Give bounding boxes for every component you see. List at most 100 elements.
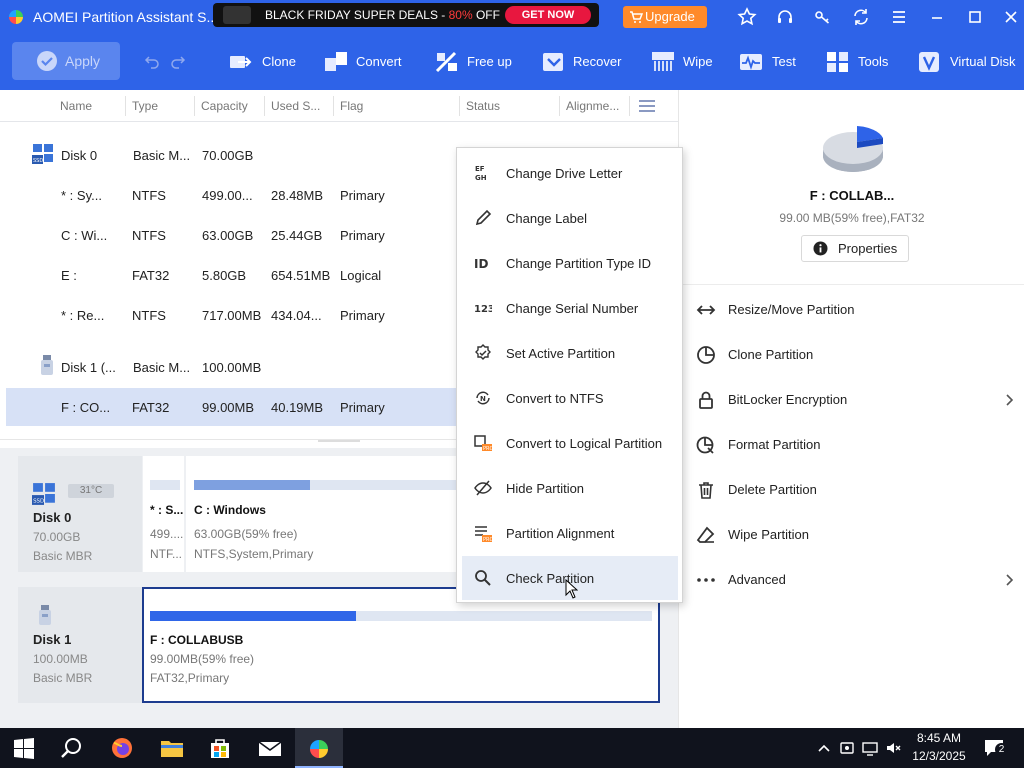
partition-context-menu: EF GH Change Drive Letter Change Label ID… xyxy=(456,147,683,603)
store-taskbar-button[interactable] xyxy=(196,728,244,768)
get-now-button[interactable]: GET NOW xyxy=(505,6,591,24)
aomei-taskbar-button[interactable] xyxy=(295,728,343,768)
clock-time[interactable]: 8:45 AM xyxy=(910,731,968,745)
op-clone-partition[interactable]: Clone Partition xyxy=(679,333,1024,378)
col-type[interactable]: Type xyxy=(132,99,158,113)
partition-table-header: Name Type Capacity Used S... Flag Status… xyxy=(0,90,678,122)
device-icon[interactable] xyxy=(839,740,855,756)
partition-f-collabusb[interactable]: F : COLLABUSB 99.00MB(59% free) FAT32,Pr… xyxy=(142,587,660,703)
upgrade-label: Upgrade xyxy=(645,9,695,24)
disk0-type: Basic MBR xyxy=(33,549,93,563)
resize-arrows-icon xyxy=(696,305,716,315)
op-resize-move-partition[interactable]: Resize/Move Partition xyxy=(679,288,1024,333)
svg-text:ID: ID xyxy=(474,257,488,271)
upgrade-button[interactable]: Upgrade xyxy=(623,6,707,28)
clock-date[interactable]: 12/3/2025 xyxy=(910,749,968,763)
pencil-icon xyxy=(475,209,492,226)
disk1-size: 100.00MB xyxy=(33,652,88,666)
windows-logo-icon xyxy=(14,738,34,759)
recover-icon xyxy=(543,53,563,71)
ssd-disk-icon: SSD xyxy=(32,483,55,505)
maximize-icon[interactable] xyxy=(965,7,985,27)
menu-hide-partition[interactable]: Hide Partition xyxy=(462,466,678,510)
menu-change-drive-letter[interactable]: EF GH Change Drive Letter xyxy=(462,151,678,195)
partition-system-reserved[interactable]: * : S... 499.... NTF... xyxy=(143,456,184,572)
tools-tool[interactable]: Tools xyxy=(826,51,892,73)
wipe-tool[interactable]: Wipe xyxy=(651,51,715,73)
magnifier-icon xyxy=(475,570,491,586)
col-name[interactable]: Name xyxy=(60,99,92,113)
virtual-disk-tool[interactable]: Virtual Disk xyxy=(918,51,1024,73)
col-status[interactable]: Status xyxy=(466,99,500,113)
serial-number-icon: 123 xyxy=(474,304,492,315)
recover-tool[interactable]: Recover xyxy=(542,51,626,73)
op-format-partition[interactable]: Format Partition xyxy=(679,423,1024,468)
refresh-icon[interactable] xyxy=(851,7,871,27)
headset-icon[interactable] xyxy=(775,7,795,27)
chevron-right-icon xyxy=(1006,394,1014,406)
mail-taskbar-button[interactable] xyxy=(246,728,294,768)
disk0-card[interactable]: SSD 31°C Disk 0 70.00GB Basic MBR xyxy=(18,456,142,572)
op-wipe-partition[interactable]: Wipe Partition xyxy=(679,513,1024,558)
chevron-up-icon[interactable] xyxy=(816,740,832,756)
menu-set-active-partition[interactable]: Set Active Partition xyxy=(462,331,678,375)
svg-text:N: N xyxy=(480,395,486,403)
convert-tool[interactable]: Convert xyxy=(324,51,406,73)
search-button[interactable] xyxy=(48,728,96,768)
clone-tool[interactable]: Clone xyxy=(229,51,299,73)
badge-check-icon xyxy=(475,344,491,360)
wipe-icon xyxy=(652,52,674,71)
menu-convert-to-logical[interactable]: PRO Convert to Logical Partition xyxy=(462,421,678,465)
col-used-space[interactable]: Used S... xyxy=(271,99,320,113)
eye-slash-icon xyxy=(474,480,492,496)
promo-banner[interactable]: BLACK FRIDAY SUPER DEALS - 80% OFF GET N… xyxy=(213,3,599,27)
partition-details-panel: F : COLLAB... 99.00 MB(59% free),FAT32 P… xyxy=(678,90,1024,728)
col-flag[interactable]: Flag xyxy=(340,99,363,113)
apply-button[interactable]: Apply xyxy=(12,42,120,80)
disk1-card[interactable]: Disk 1 100.00MB Basic MBR xyxy=(18,587,142,703)
tools-icon xyxy=(827,52,848,72)
eraser-icon xyxy=(696,526,715,543)
selected-partition-name: F : COLLAB... xyxy=(809,188,895,203)
file-explorer-taskbar-button[interactable] xyxy=(148,728,196,768)
menu-change-label[interactable]: Change Label xyxy=(462,196,678,240)
speaker-muted-icon[interactable] xyxy=(885,740,901,756)
undo-icon[interactable] xyxy=(144,53,160,69)
format-icon xyxy=(696,436,714,454)
properties-button[interactable]: Properties xyxy=(801,235,909,262)
network-icon[interactable] xyxy=(862,740,878,756)
op-advanced[interactable]: Advanced xyxy=(679,558,1024,603)
clone-icon xyxy=(230,56,252,68)
redo-icon[interactable] xyxy=(170,53,186,69)
col-capacity[interactable]: Capacity xyxy=(201,99,248,113)
menu-icon[interactable] xyxy=(889,7,909,27)
drive-letter-icon: EFGH xyxy=(475,165,487,182)
firefox-taskbar-button[interactable] xyxy=(98,728,146,768)
key-icon[interactable] xyxy=(813,7,833,27)
virtual-disk-icon xyxy=(919,52,939,72)
close-icon[interactable] xyxy=(1001,7,1021,27)
partition-usage-fill xyxy=(150,611,356,621)
splitter-grip[interactable] xyxy=(318,440,360,442)
col-alignment[interactable]: Alignme... xyxy=(566,99,619,113)
test-tool[interactable]: Test xyxy=(739,51,799,73)
menu-partition-alignment[interactable]: PRO Partition Alignment xyxy=(462,511,678,555)
menu-change-serial-number[interactable]: 123 Change Serial Number xyxy=(462,286,678,330)
notification-center-button[interactable]: 2 xyxy=(984,738,1008,758)
partition-usage-bar xyxy=(194,480,476,490)
star-icon[interactable] xyxy=(737,7,757,27)
columns-settings-icon[interactable] xyxy=(638,98,656,114)
usb-drive-icon xyxy=(39,605,51,625)
aomei-app-icon xyxy=(310,740,328,758)
free-up-tool[interactable]: Free up xyxy=(435,51,515,73)
minimize-icon[interactable] xyxy=(927,7,947,27)
usb-drive-icon xyxy=(41,355,53,375)
convert-logical-icon: PRO xyxy=(474,435,492,452)
window-title: AOMEI Partition Assistant S... xyxy=(33,9,213,25)
menu-change-partition-type-id[interactable]: ID Change Partition Type ID xyxy=(462,241,678,285)
start-button[interactable] xyxy=(0,728,48,768)
menu-convert-to-ntfs[interactable]: N Convert to NTFS xyxy=(462,376,678,420)
op-bitlocker-encryption[interactable]: BitLocker Encryption xyxy=(679,378,1024,423)
partition-c-windows[interactable]: C : Windows 63.00GB(59% free) NTFS,Syste… xyxy=(186,456,476,572)
op-delete-partition[interactable]: Delete Partition xyxy=(679,468,1024,513)
